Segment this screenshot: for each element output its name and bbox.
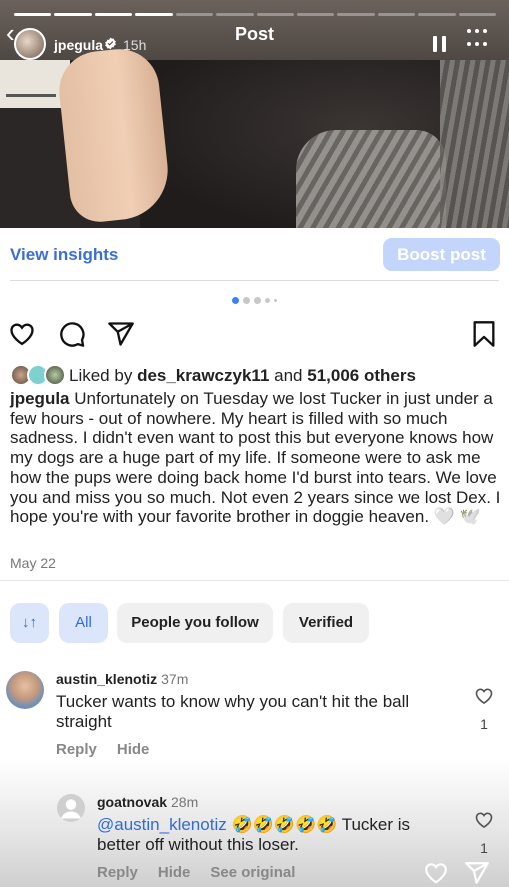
heart-icon[interactable]	[473, 686, 495, 706]
likes-summary[interactable]: Liked by des_krawczyk11 and 51,006 other…	[10, 364, 500, 386]
avatar[interactable]	[57, 794, 85, 822]
carousel-dot	[274, 298, 277, 302]
progress-segment	[175, 13, 214, 16]
heart-icon[interactable]	[8, 320, 36, 348]
story-time: 15h	[123, 37, 147, 53]
progress-segment	[14, 13, 52, 16]
progress-segment	[216, 13, 254, 16]
comment-like-count: 1	[480, 840, 488, 856]
divider	[0, 580, 509, 581]
progress-segment	[256, 13, 294, 16]
progress-segment	[94, 13, 133, 16]
likes-text: Liked by des_krawczyk11 and 51,006 other…	[69, 366, 416, 386]
post-caption: jpegula Unfortunately on Tuesday we lost…	[10, 389, 502, 527]
progress-segment	[296, 13, 335, 16]
carousel-dot-active	[232, 296, 239, 304]
comment-actions: Reply Hide See original	[97, 864, 295, 881]
progress-segment	[54, 13, 92, 16]
story-like-icon[interactable]	[422, 860, 450, 886]
likes-user[interactable]: des_krawczyk11	[137, 366, 269, 385]
caption-username[interactable]: jpegula	[10, 389, 70, 408]
reply-button[interactable]: Reply	[56, 741, 97, 758]
boost-post-button[interactable]: Boost post	[383, 238, 500, 271]
hide-button[interactable]: Hide	[158, 864, 191, 881]
verified-badge-icon	[105, 37, 116, 50]
story-username[interactable]: jpegula	[54, 37, 103, 53]
likes-others[interactable]: 51,006 others	[307, 366, 416, 385]
sort-icon[interactable]: ↓↑	[10, 603, 49, 643]
filter-people-you-follow[interactable]: People you follow	[117, 603, 273, 643]
view-insights-link[interactable]: View insights	[10, 245, 118, 265]
comment-actions: Reply Hide	[56, 741, 149, 758]
comment-username[interactable]: austin_klenotiz 37m	[56, 671, 188, 687]
likes-prefix: Liked by	[69, 366, 133, 385]
hide-button[interactable]: Hide	[117, 741, 150, 758]
comment-emojis: 🤣🤣🤣🤣🤣	[231, 815, 338, 834]
comment-filters: ↓↑ All People you follow Verified	[10, 603, 500, 643]
carousel-dot	[254, 296, 261, 304]
photo-blanket	[296, 130, 446, 228]
likes-and: and	[274, 366, 303, 385]
progress-segment	[135, 13, 173, 16]
post-photo	[0, 45, 509, 228]
comment-text: Tucker wants to know why you can't hit t…	[56, 692, 410, 731]
post-date: May 22	[10, 555, 56, 571]
share-icon[interactable]	[107, 320, 135, 348]
progress-segment	[337, 13, 375, 16]
post-actions	[0, 318, 509, 348]
story-header: Post ‹ jpegula 15h	[0, 20, 509, 64]
comment-icon[interactable]	[58, 320, 86, 348]
comment-item: austin_klenotiz 37m Tucker wants to know …	[0, 668, 509, 762]
comment-like-count: 1	[480, 716, 488, 732]
caption-text: Unfortunately on Tuesday we lost Tucker …	[10, 389, 501, 527]
pause-icon[interactable]	[433, 36, 447, 52]
comment-mention[interactable]: @austin_klenotiz	[97, 815, 227, 834]
carousel-dot	[243, 296, 250, 304]
carousel-indicator	[0, 295, 509, 305]
progress-segment	[418, 13, 456, 16]
avatar[interactable]	[14, 28, 46, 60]
heart-icon[interactable]	[473, 810, 495, 830]
avatar[interactable]	[6, 671, 44, 709]
story-progress-bar	[14, 13, 497, 16]
filter-verified[interactable]: Verified	[283, 603, 369, 643]
insights-bar: View insights Boost post	[0, 228, 509, 284]
see-original-button[interactable]: See original	[210, 864, 295, 881]
comment-username[interactable]: goatnovak 28m	[97, 794, 198, 810]
photo-hand	[55, 45, 173, 225]
liker-avatars	[10, 364, 66, 386]
avatar	[44, 364, 66, 386]
bookmark-icon[interactable]	[470, 320, 498, 348]
photo-blanket-edge	[440, 60, 509, 228]
progress-segment	[458, 13, 497, 16]
reply-button[interactable]: Reply	[97, 864, 138, 881]
story-share-icon[interactable]	[463, 860, 491, 886]
carousel-dot	[265, 297, 270, 303]
story-viewer: Post ‹ jpegula 15h	[0, 0, 509, 228]
comment-time: 28m	[171, 794, 199, 810]
comment-time: 37m	[161, 671, 189, 687]
progress-segment	[377, 13, 416, 16]
divider	[10, 280, 499, 281]
more-options-icon[interactable]	[465, 26, 489, 52]
filter-all[interactable]: All	[59, 603, 108, 643]
comment-text: @austin_klenotiz 🤣🤣🤣🤣🤣 Tucker is better …	[97, 815, 457, 855]
default-avatar-icon	[61, 799, 81, 819]
